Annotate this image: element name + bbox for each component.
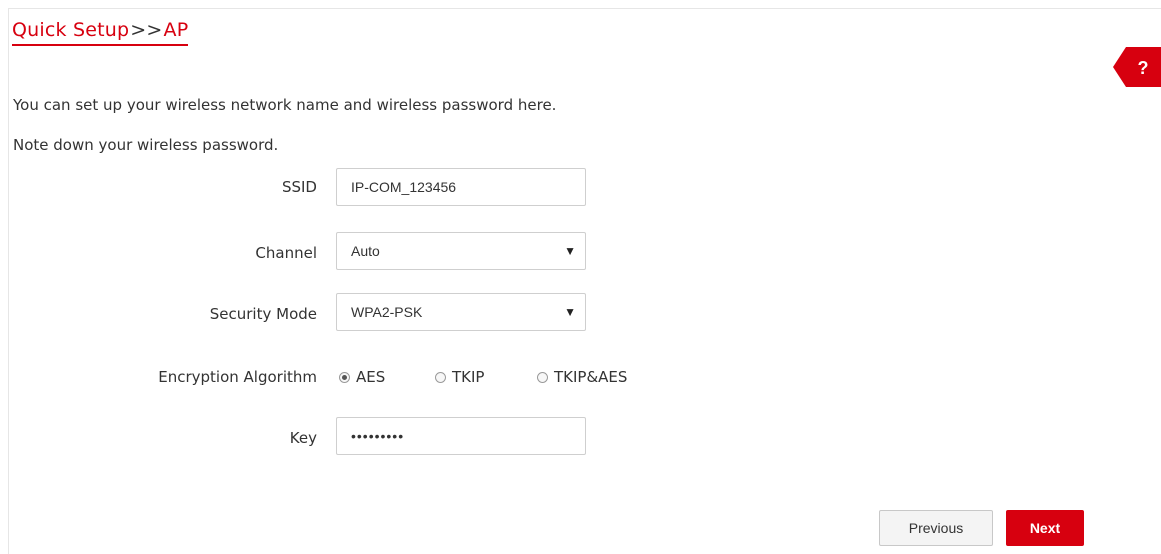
breadcrumb-quick-setup: Quick Setup (12, 19, 130, 41)
security-mode-select[interactable]: WPA2-PSK ▼ (336, 293, 586, 331)
breadcrumb: Quick Setup>>AP (12, 17, 189, 46)
dropdown-arrow-icon: ▼ (564, 305, 576, 319)
key-label: Key (289, 429, 317, 447)
intro-text: You can set up your wireless network nam… (13, 96, 557, 114)
help-label: ? (1138, 58, 1149, 78)
radio-unchecked-icon (537, 372, 548, 383)
page-title: Quick Setup>>AP (12, 17, 189, 46)
dropdown-arrow-icon: ▼ (564, 244, 576, 258)
breadcrumb-ap: AP (163, 19, 189, 41)
breadcrumb-separator: >> (130, 19, 163, 41)
help-icon[interactable]: ? (1113, 47, 1161, 87)
channel-selected-value: Auto (351, 243, 380, 259)
key-input[interactable]: ••••••••• (336, 417, 586, 455)
previous-button[interactable]: Previous (879, 510, 993, 546)
page-frame (8, 8, 1161, 554)
channel-select[interactable]: Auto ▼ (336, 232, 586, 270)
radio-tkip-label: TKIP (452, 368, 485, 386)
radio-tkip[interactable]: TKIP (435, 367, 484, 387)
ssid-label: SSID (281, 178, 317, 196)
security-mode-label: Security Mode (209, 305, 317, 323)
next-button[interactable]: Next (1006, 510, 1084, 546)
security-mode-selected-value: WPA2-PSK (351, 304, 423, 320)
radio-checked-icon (339, 372, 350, 383)
radio-tkip-aes[interactable]: TKIP&AES (537, 367, 627, 387)
encryption-label: Encryption Algorithm (158, 368, 317, 386)
radio-tkip-aes-label: TKIP&AES (554, 368, 628, 386)
note-text: Note down your wireless password. (13, 136, 279, 154)
radio-unchecked-icon (435, 372, 446, 383)
radio-aes[interactable]: AES (339, 367, 385, 387)
radio-aes-label: AES (356, 368, 386, 386)
ssid-input[interactable]: IP-COM_123456 (336, 168, 586, 206)
channel-label: Channel (255, 244, 317, 262)
